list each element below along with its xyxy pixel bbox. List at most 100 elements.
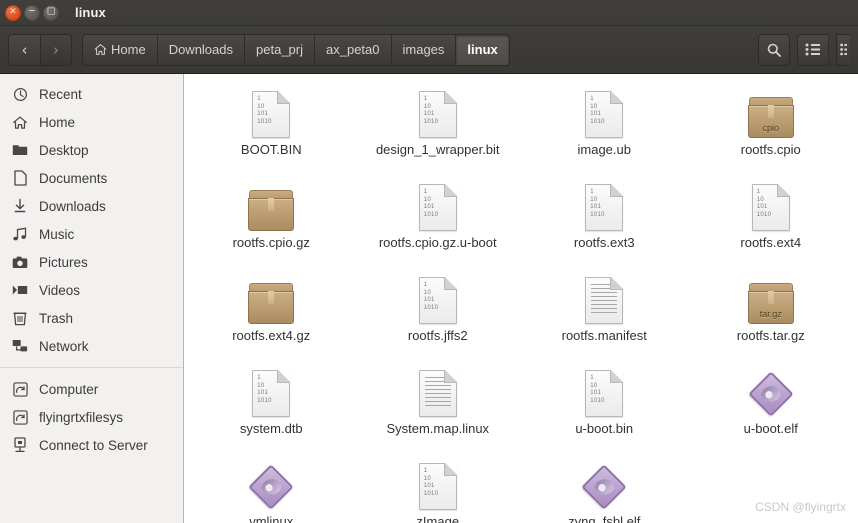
file-item[interactable]: rootfs.manifest	[521, 266, 688, 359]
sidebar-item-label: Downloads	[39, 198, 106, 214]
file-item[interactable]: vmlinux	[188, 452, 355, 523]
binary-file-icon: 1 10 101 1010	[418, 277, 457, 324]
sidebar-item-music[interactable]: Music	[0, 220, 183, 248]
file-item[interactable]: zynq_fsbl.elf	[521, 452, 688, 523]
file-name-label: design_1_wrapper.bit	[375, 142, 500, 157]
sidebar-item-home[interactable]: Home	[0, 108, 183, 136]
file-name-label: image.ub	[577, 142, 631, 157]
sidebar-item-connect-to-server[interactable]: Connect to Server	[0, 431, 183, 459]
executable-icon	[748, 371, 794, 417]
text-file-icon	[418, 370, 457, 417]
list-view-button[interactable]	[797, 33, 829, 66]
minimize-glyph: −	[28, 6, 36, 17]
executable-icon	[248, 464, 294, 510]
file-icon-wrap: 1 10 101 1010	[418, 86, 457, 138]
file-list-area[interactable]: 1 10 101 1010 BOOT.BIN 1 10 101 1010 design_1_wra…	[184, 74, 858, 523]
window-controls: × − □	[0, 4, 59, 21]
archive-type-label: cpio	[762, 123, 779, 133]
binary-file-icon: 1 10 101 1010	[418, 463, 457, 510]
file-icon-wrap: 1 10 101 1010	[252, 86, 291, 138]
sidebar-item-flyingrtxfilesys[interactable]: flyingrtxfilesys	[0, 403, 183, 431]
executable-icon	[581, 464, 627, 510]
text-file-icon	[585, 277, 624, 324]
close-glyph: ×	[9, 6, 17, 17]
options-button[interactable]	[836, 33, 850, 66]
binary-icon-text: 1 10 101 1010	[590, 375, 605, 404]
file-name-label: System.map.linux	[386, 421, 490, 436]
search-button[interactable]	[758, 33, 790, 66]
maximize-glyph: □	[46, 6, 56, 17]
file-name-label: rootfs.cpio.gz.u-boot	[378, 235, 497, 250]
file-name-label: zynq_fsbl.elf	[568, 514, 641, 523]
file-item[interactable]: rootfs.cpio.gz	[188, 173, 355, 266]
file-item[interactable]: 1 10 101 1010 rootfs.jffs2	[355, 266, 522, 359]
binary-icon-text: 1 10 101 1010	[423, 96, 439, 125]
breadcrumb: Home Downloads peta_prj ax_peta0 images …	[82, 33, 510, 66]
file-item[interactable]: rootfs.ext4.gz	[188, 266, 355, 359]
sidebar-item-label: Desktop	[39, 142, 89, 158]
breadcrumb-item-linux[interactable]: linux	[455, 33, 510, 66]
binary-icon-text: 1 10 101 1010	[423, 189, 439, 218]
breadcrumb-label: images	[402, 42, 445, 57]
file-item[interactable]: 1 10 101 1010 rootfs.ext4	[688, 173, 855, 266]
archive-box-icon: cpio	[747, 97, 794, 138]
sidebar-item-documents[interactable]: Documents	[0, 164, 183, 192]
archive-box-icon	[248, 283, 295, 324]
file-item[interactable]: 1 10 101 1010 design_1_wrapper.bit	[355, 80, 522, 173]
file-icon-wrap: 1 10 101 1010	[252, 365, 291, 417]
file-item[interactable]: u-boot.elf	[688, 359, 855, 452]
file-item[interactable]: 1 10 101 1010 rootfs.cpio.gz.u-boot	[355, 173, 522, 266]
file-item[interactable]: tar.gz rootfs.tar.gz	[688, 266, 855, 359]
file-item[interactable]: 1 10 101 1010 u-boot.bin	[521, 359, 688, 452]
file-item[interactable]: 1 10 101 1010 BOOT.BIN	[188, 80, 355, 173]
file-item[interactable]: 1 10 101 1010 rootfs.ext3	[521, 173, 688, 266]
back-button[interactable]: ‹	[8, 33, 40, 66]
sidebar-item-label: Music	[39, 226, 75, 242]
network-icon	[12, 338, 28, 354]
file-icon-wrap: 1 10 101 1010	[418, 179, 457, 231]
chevron-left-icon: ‹	[21, 40, 28, 59]
sidebar-item-desktop[interactable]: Desktop	[0, 136, 183, 164]
file-icon-wrap	[748, 365, 794, 417]
box-tape	[268, 291, 275, 304]
file-item[interactable]: System.map.linux	[355, 359, 522, 452]
file-name-label: u-boot.bin	[575, 421, 634, 436]
sidebar-item-trash[interactable]: Trash	[0, 304, 183, 332]
forward-button[interactable]: ›	[40, 33, 72, 66]
breadcrumb-item-peta-prj[interactable]: peta_prj	[244, 33, 314, 66]
file-icon-wrap	[248, 458, 294, 510]
download-icon	[12, 198, 28, 214]
archive-box-icon: tar.gz	[747, 283, 794, 324]
options-icon	[840, 43, 847, 56]
binary-icon-text: 1 10 101 1010	[756, 189, 772, 218]
file-icon-wrap: cpio	[747, 86, 794, 138]
binary-icon-text: 1 10 101 1010	[590, 96, 605, 125]
sidebar-item-downloads[interactable]: Downloads	[0, 192, 183, 220]
file-icon-wrap: tar.gz	[747, 272, 794, 324]
sidebar-item-pictures[interactable]: Pictures	[0, 248, 183, 276]
breadcrumb-item-downloads[interactable]: Downloads	[156, 33, 245, 66]
binary-icon-text: 1 10 101 1010	[423, 282, 439, 311]
breadcrumb-item-ax-peta0[interactable]: ax_peta0	[314, 33, 391, 66]
document-icon	[12, 170, 28, 186]
file-item[interactable]: cpio rootfs.cpio	[688, 80, 855, 173]
home-icon	[12, 114, 28, 130]
breadcrumb-item-images[interactable]: images	[390, 33, 456, 66]
file-name-label: rootfs.ext3	[573, 235, 635, 250]
binary-icon-text: 1 10 101 1010	[257, 96, 272, 125]
file-name-label: u-boot.elf	[743, 421, 798, 436]
file-icon-wrap	[418, 365, 457, 417]
sidebar-item-computer[interactable]: Computer	[0, 375, 183, 403]
breadcrumb-item-home[interactable]: Home	[82, 33, 157, 66]
sidebar-item-recent[interactable]: Recent	[0, 80, 183, 108]
sidebar-item-videos[interactable]: Videos	[0, 276, 183, 304]
sidebar-item-network[interactable]: Network	[0, 332, 183, 360]
file-item[interactable]: 1 10 101 1010 image.ub	[521, 80, 688, 173]
minimize-window-icon[interactable]: −	[24, 4, 40, 21]
file-name-label: rootfs.cpio.gz	[232, 235, 310, 250]
file-item[interactable]: 1 10 101 1010 system.dtb	[188, 359, 355, 452]
maximize-window-icon[interactable]: □	[43, 4, 59, 21]
file-name-label: system.dtb	[239, 421, 303, 436]
close-window-icon[interactable]: ×	[5, 4, 21, 21]
file-item[interactable]: 1 10 101 1010 zImage	[355, 452, 522, 523]
